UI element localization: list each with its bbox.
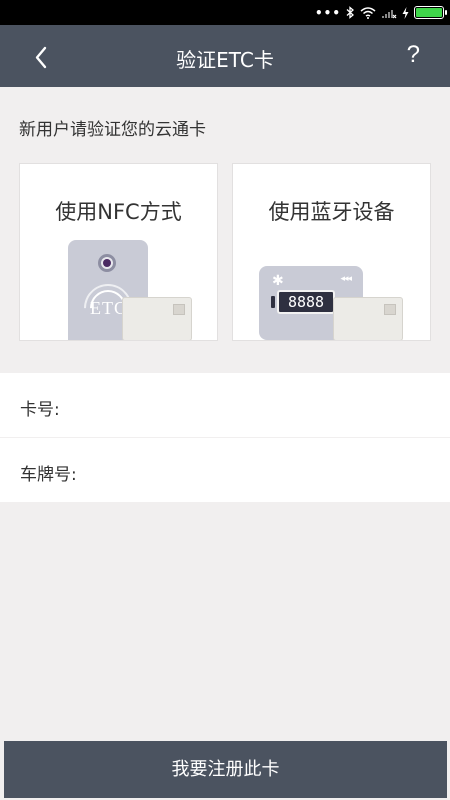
signal-arrows-icon: ◂◂◂ (340, 274, 352, 284)
card-number-row: 卡号: (0, 373, 450, 437)
bluetooth-option-title: 使用蓝牙设备 (268, 200, 395, 224)
camera-icon (98, 254, 116, 272)
nfc-option-title: 使用NFC方式 (55, 200, 182, 224)
etc-card-illustration (122, 297, 192, 340)
status-bar: ••• (0, 0, 450, 25)
bluetooth-option-card[interactable]: 使用蓝牙设备 ✱ ◂◂◂ 8888 (232, 163, 431, 341)
charging-icon (402, 6, 409, 19)
notification-dots-icon: ••• (314, 5, 341, 20)
status-icons: ••• (314, 4, 447, 21)
device-display: 8888 (277, 290, 335, 314)
page-title: 验证ETC卡 (176, 48, 274, 72)
help-button[interactable]: ? (407, 41, 420, 69)
card-chip-icon (384, 304, 396, 315)
plate-number-row: 车牌号: (0, 438, 450, 502)
card-chip-icon (173, 304, 185, 315)
plate-number-label: 车牌号: (20, 465, 77, 485)
signal-icon (382, 9, 397, 18)
etc-card-illustration (333, 297, 403, 340)
bluetooth-icon (346, 6, 354, 19)
card-number-input[interactable] (100, 385, 430, 425)
app-header: 验证ETC卡 ? (0, 25, 450, 87)
register-card-button[interactable]: 我要注册此卡 (4, 741, 447, 798)
card-number-label: 卡号: (20, 400, 60, 420)
bluetooth-mark-icon: ✱ (272, 273, 284, 289)
plate-number-input[interactable] (100, 450, 430, 490)
wifi-icon (360, 6, 376, 19)
nfc-option-card[interactable]: 使用NFC方式 ETC (19, 163, 218, 341)
new-user-prompt: 新用户请验证您的云通卡 (19, 120, 206, 140)
battery-icon (414, 6, 447, 19)
